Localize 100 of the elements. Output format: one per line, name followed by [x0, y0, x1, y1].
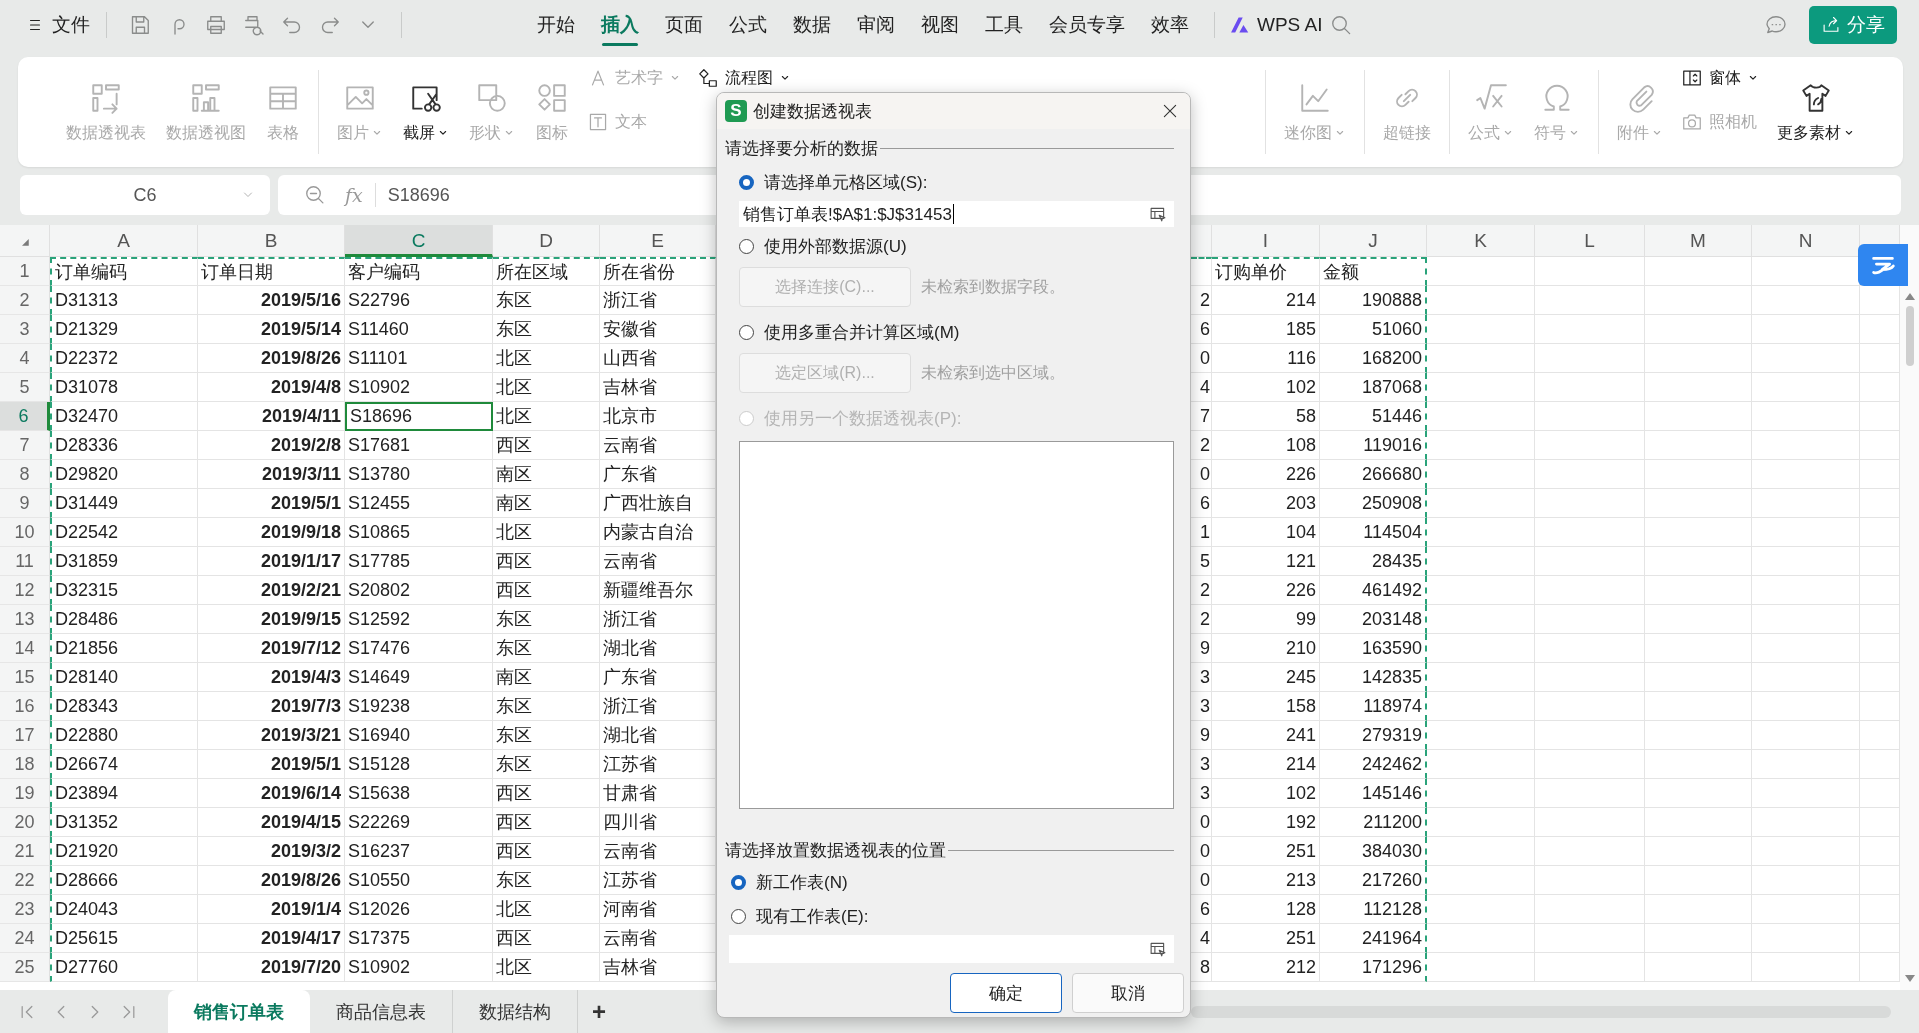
table-cell: 99 [1212, 605, 1320, 634]
table-cell: 251 [1212, 837, 1320, 866]
table-cell: 2019/7/20 [198, 953, 345, 982]
table-cell: S19238 [345, 692, 493, 721]
table-cell: 158 [1212, 692, 1320, 721]
table-cell: 241 [1212, 721, 1320, 750]
table-cell: D22372 [50, 344, 198, 373]
table-cell: 171296 [1320, 953, 1427, 982]
table-cell: 203 [1212, 489, 1320, 518]
table-cell: S10865 [345, 518, 493, 547]
table-cell: 121 [1212, 547, 1320, 576]
hint-text: 未检索到选中区域。 [921, 362, 1065, 383]
header-cell: 金额 [1320, 257, 1427, 286]
table-cell: 东区 [493, 634, 600, 663]
table-cell: 东区 [493, 315, 600, 344]
table-cell: D31449 [50, 489, 198, 518]
table-cell: 226 [1212, 460, 1320, 489]
table-cell: 西区 [493, 924, 600, 953]
table-cell: D28336 [50, 431, 198, 460]
table-cell: 2019/9/18 [198, 518, 345, 547]
table-cell: 217260 [1320, 866, 1427, 895]
radio-label: 使用多重合并计算区域(M) [764, 321, 960, 344]
table-cell: D28140 [50, 663, 198, 692]
table-cell: 226 [1212, 576, 1320, 605]
table-cell: 187068 [1320, 373, 1427, 402]
table-cell: 2019/3/11 [198, 460, 345, 489]
radio-label: 使用外部数据源(U) [764, 235, 907, 258]
table-cell: 102 [1212, 779, 1320, 808]
table-cell: S16940 [345, 721, 493, 750]
table-cell: 2019/6/14 [198, 779, 345, 808]
table-cell: 2019/9/15 [198, 605, 345, 634]
table-cell: 241964 [1320, 924, 1427, 953]
table-cell: S10550 [345, 866, 493, 895]
table-cell: 203148 [1320, 605, 1427, 634]
table-cell: 185 [1212, 315, 1320, 344]
table-cell: 112128 [1320, 895, 1427, 924]
table-cell: D32315 [50, 576, 198, 605]
radio-label: 现有工作表(E): [756, 905, 869, 928]
table-cell: 2019/5/1 [198, 750, 345, 779]
table-cell: D31078 [50, 373, 198, 402]
table-cell: S11460 [345, 315, 493, 344]
table-cell: D28666 [50, 866, 198, 895]
table-cell: 242462 [1320, 750, 1427, 779]
table-cell: 28435 [1320, 547, 1427, 576]
table-cell: D22542 [50, 518, 198, 547]
table-cell: S17785 [345, 547, 493, 576]
table-cell: 东区 [493, 692, 600, 721]
table-cell: S12592 [345, 605, 493, 634]
table-cell: S18696 [345, 402, 493, 431]
table-cell: 250908 [1320, 489, 1427, 518]
table-cell: D25615 [50, 924, 198, 953]
table-cell: 东区 [493, 605, 600, 634]
table-cell: S22796 [345, 286, 493, 315]
table-cell: 212 [1212, 953, 1320, 982]
table-cell: S14649 [345, 663, 493, 692]
table-cell: 2019/4/8 [198, 373, 345, 402]
table-cell: 190888 [1320, 286, 1427, 315]
table-cell: 119016 [1320, 431, 1427, 460]
table-cell: S10902 [345, 373, 493, 402]
table-cell: S10902 [345, 953, 493, 982]
table-cell: 192 [1212, 808, 1320, 837]
table-cell: 东区 [493, 286, 600, 315]
table-cell: S22269 [345, 808, 493, 837]
table-cell: D21920 [50, 837, 198, 866]
table-cell: 北区 [493, 344, 600, 373]
table-cell: 2019/2/21 [198, 576, 345, 605]
table-cell: 58 [1212, 402, 1320, 431]
table-cell: 214 [1212, 286, 1320, 315]
table-cell: 245 [1212, 663, 1320, 692]
table-cell: 2019/4/11 [198, 402, 345, 431]
table-cell: 南区 [493, 663, 600, 692]
table-cell: 51060 [1320, 315, 1427, 344]
table-cell: S12026 [345, 895, 493, 924]
table-cell: 2019/1/4 [198, 895, 345, 924]
table-cell: 东区 [493, 750, 600, 779]
table-cell: 2019/2/8 [198, 431, 345, 460]
table-cell: S13780 [345, 460, 493, 489]
table-cell: 2019/1/17 [198, 547, 345, 576]
hint-text: 未检索到数据字段。 [921, 276, 1065, 297]
table-cell: D23894 [50, 779, 198, 808]
table-cell: 2019/3/21 [198, 721, 345, 750]
table-cell: D31352 [50, 808, 198, 837]
table-cell: S16237 [345, 837, 493, 866]
table-cell: 2019/4/3 [198, 663, 345, 692]
table-cell: 西区 [493, 576, 600, 605]
table-cell: D26674 [50, 750, 198, 779]
table-cell: 211200 [1320, 808, 1427, 837]
table-cell: D22880 [50, 721, 198, 750]
table-cell: 142835 [1320, 663, 1427, 692]
table-cell: D31313 [50, 286, 198, 315]
table-cell: D28486 [50, 605, 198, 634]
radio-label: 请选择单元格区域(S): [764, 171, 928, 194]
table-cell: 104 [1212, 518, 1320, 547]
table-cell: S17681 [345, 431, 493, 460]
table-cell: 北区 [493, 518, 600, 547]
dialog-title: 创建数据透视表 [753, 100, 872, 123]
table-cell: 2019/7/3 [198, 692, 345, 721]
table-cell: 北区 [493, 895, 600, 924]
table-cell: 266680 [1320, 460, 1427, 489]
table-cell: 279319 [1320, 721, 1427, 750]
